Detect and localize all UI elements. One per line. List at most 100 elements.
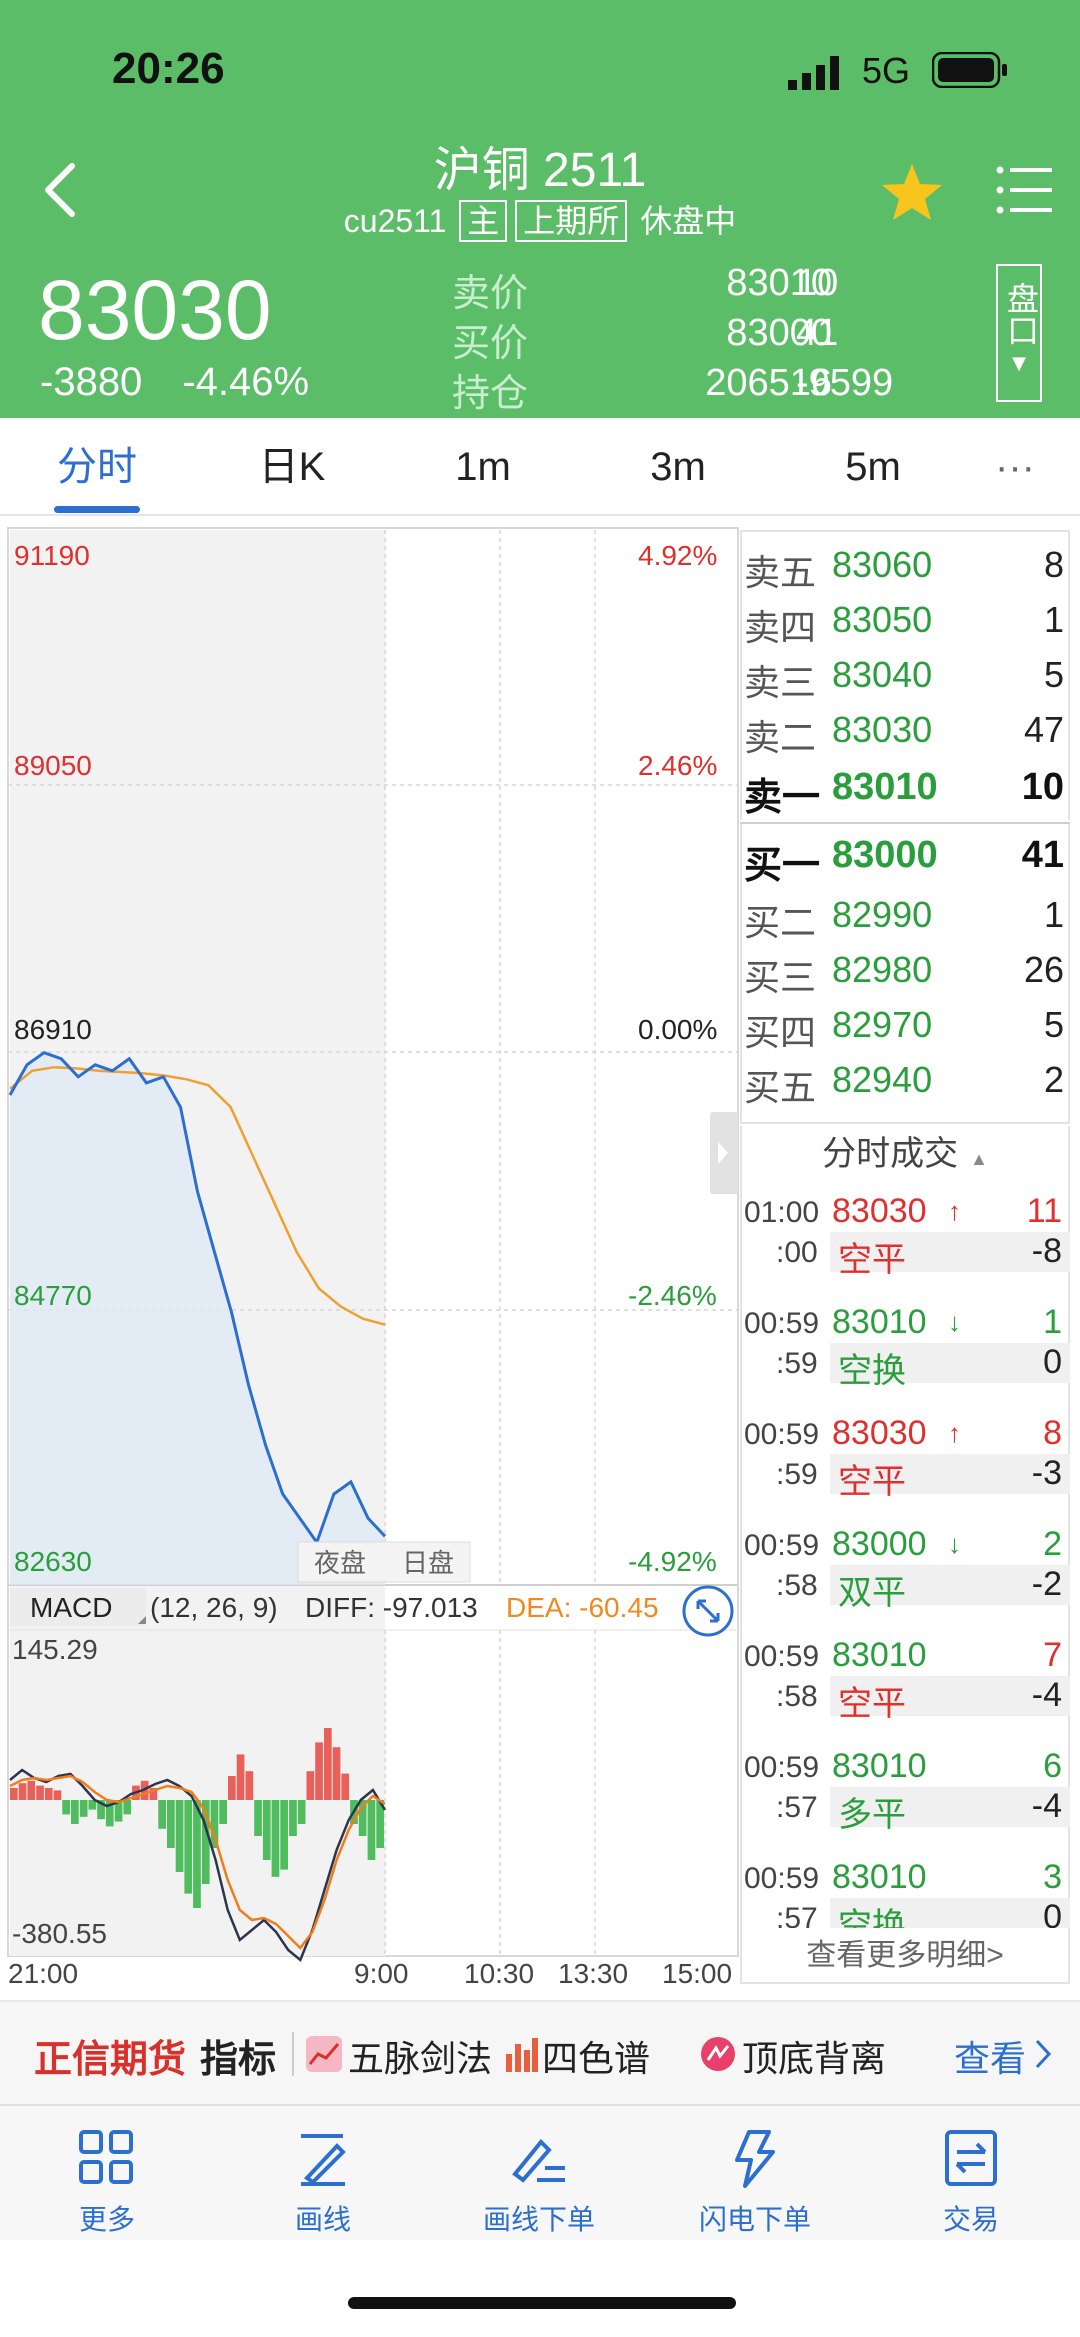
bid-qty: 1 xyxy=(1043,894,1064,935)
promo-view-link[interactable]: 查看 xyxy=(954,2030,1026,2082)
order-book-toggle-button[interactable]: 盘口 ▼ xyxy=(996,264,1042,402)
signal-icon xyxy=(788,56,839,90)
macd-bar xyxy=(44,1788,53,1800)
tab-daily-k[interactable]: 日K xyxy=(215,418,369,516)
macd-bar xyxy=(324,1728,332,1800)
chevron-right-icon xyxy=(1035,2039,1052,2069)
tab-intraday[interactable]: 分时 xyxy=(20,418,174,516)
session-status: 休盘中 xyxy=(640,203,737,239)
bid-price: 82940 xyxy=(832,1059,933,1100)
bid-label: 买二 xyxy=(744,902,817,943)
arrow-down-icon: ↓ xyxy=(948,1529,961,1559)
macd-bar xyxy=(175,1800,184,1872)
bid-price: 82980 xyxy=(832,949,933,990)
caret-up-icon: ▲ xyxy=(970,1149,988,1169)
ask-level-2[interactable]: 卖二 83030 47 xyxy=(740,709,1070,764)
bid-qty: 2 xyxy=(1043,1059,1064,1100)
tick-row: 00:59:57 83010 6 多平 -4 xyxy=(740,1747,1070,1861)
tick-oi-delta: -4 xyxy=(1031,1676,1062,1714)
pct-axis-top: 4.92% xyxy=(638,540,718,571)
tick-seconds: :57 xyxy=(776,1791,818,1824)
view-more-details-link[interactable]: 查看更多明细> xyxy=(740,1930,1070,1974)
tick-volume: 3 xyxy=(1043,1862,1062,1896)
flash-order-label: 闪电下单 xyxy=(698,2204,811,2235)
tick-price: 83010 xyxy=(832,1747,927,1785)
draw-line-button[interactable]: 画线 xyxy=(248,2106,398,2242)
tick-oi-delta: -4 xyxy=(1031,1787,1062,1825)
price-axis-2: 89050 xyxy=(14,750,92,781)
promo-item-sisepu[interactable]: 四色谱 xyxy=(542,2030,650,2082)
ticks-header[interactable]: 分时成交 ▲ xyxy=(740,1126,1070,1175)
tick-price: 83030 xyxy=(832,1192,927,1230)
tick-oi-delta: -2 xyxy=(1031,1565,1062,1603)
bid-level-2[interactable]: 买二 82990 1 xyxy=(740,894,1070,949)
trade-button[interactable]: 交易 xyxy=(896,2106,1046,2242)
macd-bar xyxy=(228,1776,236,1800)
ask-label: 卖三 xyxy=(744,662,817,703)
macd-bar xyxy=(271,1800,280,1877)
open-interest-label: 持仓 xyxy=(452,373,529,415)
pen-icon xyxy=(301,2134,346,2186)
arrow-down-icon: ↓ xyxy=(948,1307,961,1337)
intraday-chart[interactable]: 夜盘 日盘 MACD (12, 26, 9) DIFF: -97.013 DEA… xyxy=(0,520,740,1990)
ask-level-5[interactable]: 卖五 83060 8 xyxy=(740,544,1070,599)
tick-type: 空平 xyxy=(838,1685,906,1723)
ask-price: 83010 xyxy=(832,766,938,808)
tick-row: 00:59:59 83030 ↑ 8 空平 -3 xyxy=(740,1414,1070,1528)
bid-qty: 5 xyxy=(1043,1004,1064,1045)
main-contract-tag: 主 xyxy=(459,200,508,242)
ask-level-1[interactable]: 卖一 83010 10 xyxy=(740,766,1070,821)
bid-qty: 26 xyxy=(1023,949,1064,990)
macd-bar xyxy=(193,1800,201,1908)
macd-label: MACD xyxy=(30,1592,112,1623)
menu-icon[interactable] xyxy=(996,166,1052,214)
ask-level-3[interactable]: 卖三 83040 5 xyxy=(740,654,1070,709)
bid-level-5[interactable]: 买五 82940 2 xyxy=(740,1059,1070,1114)
bid-label: 买三 xyxy=(744,957,817,998)
promo-item-wumai[interactable]: 五脉剑法 xyxy=(348,2030,492,2082)
price-axis-top: 91190 xyxy=(14,540,90,571)
tick-volume: 1 xyxy=(1043,1303,1062,1341)
tick-seconds: :00 xyxy=(776,1236,818,1269)
tick-volume: 11 xyxy=(1026,1192,1062,1230)
macd-bar xyxy=(79,1800,88,1817)
promo-item-dingdi[interactable]: 顶底背离 xyxy=(742,2030,886,2082)
broker-brand: 正信期货 xyxy=(34,2039,187,2081)
flash-order-button[interactable]: 闪电下单 xyxy=(680,2106,830,2242)
change-percent: -4.46% xyxy=(182,360,310,404)
tick-oi-delta: -3 xyxy=(1031,1454,1062,1492)
ask-label: 卖二 xyxy=(744,717,817,758)
bid-level-3[interactable]: 买三 82980 26 xyxy=(740,949,1070,1004)
bid-level-1[interactable]: 买一 83000 41 xyxy=(740,834,1070,889)
pct-axis-3: 0.00% xyxy=(638,1014,718,1045)
tick-seconds: :59 xyxy=(776,1458,818,1491)
tick-volume: 2 xyxy=(1043,1525,1062,1563)
price-axis-bottom: 82630 xyxy=(14,1546,92,1577)
quote-buy-qty: 41 xyxy=(796,312,839,354)
last-price: 83030 xyxy=(38,263,272,357)
more-tabs-button[interactable]: ··· xyxy=(960,418,1070,516)
trade-label: 交易 xyxy=(942,2204,999,2235)
bid-qty: 41 xyxy=(1021,834,1064,876)
contract-code: cu2511 xyxy=(343,203,447,239)
pct-axis-2: 2.46% xyxy=(638,750,718,781)
ask-qty: 8 xyxy=(1043,544,1064,585)
macd-bar xyxy=(62,1800,70,1815)
trade-icon xyxy=(945,2130,997,2186)
indicator-label: 指标 xyxy=(200,2039,277,2081)
tab-3m[interactable]: 3m xyxy=(601,418,755,516)
more-button[interactable]: 更多 xyxy=(32,2106,182,2242)
draw-line-order-label: 画线下单 xyxy=(482,2204,595,2235)
tab-5m[interactable]: 5m xyxy=(796,418,950,516)
lightning-icon xyxy=(735,2130,775,2188)
tab-1m[interactable]: 1m xyxy=(406,418,560,516)
bid-level-4[interactable]: 买四 82970 5 xyxy=(740,1004,1070,1059)
chart-up-icon xyxy=(306,2036,342,2072)
price-axis-4: 84770 xyxy=(14,1280,92,1311)
tick-type: 多平 xyxy=(838,1796,906,1834)
ask-price: 83030 xyxy=(832,709,933,750)
favorite-star-icon[interactable] xyxy=(880,160,944,224)
ask-level-4[interactable]: 卖四 83050 1 xyxy=(740,599,1070,654)
macd-bar xyxy=(167,1800,175,1848)
draw-line-order-button[interactable]: 画线下单 xyxy=(464,2106,614,2242)
